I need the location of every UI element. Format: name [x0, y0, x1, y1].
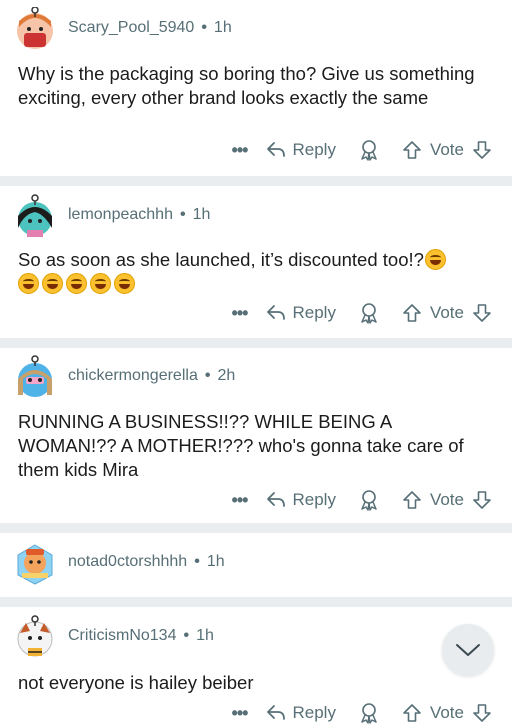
award-button[interactable]: [358, 302, 380, 324]
comment-header: Scary_Pool_5940 • 1h: [14, 6, 232, 49]
downvote-arrow-icon[interactable]: [472, 140, 492, 160]
reply-label: Reply: [292, 490, 336, 509]
award-button[interactable]: [358, 702, 380, 724]
reply-button[interactable]: Reply: [266, 303, 336, 323]
vote-label: Vote: [429, 303, 464, 322]
award-icon: [361, 490, 377, 511]
comment-text: Why is the packaging so boring tho? Give…: [18, 63, 475, 108]
comment-actions: ••• Reply Vote: [226, 486, 492, 514]
award-button[interactable]: [358, 489, 380, 511]
comment-1: Scary_Pool_5940 • 1h Why is the packagin…: [0, 0, 512, 176]
rolling-laughing-emoji: [42, 273, 63, 294]
rolling-laughing-emoji: [90, 273, 111, 294]
comment-header: lemonpeachhh • 1h: [14, 194, 211, 237]
username[interactable]: Scary_Pool_5940: [68, 19, 194, 37]
rolling-laughing-emoji: [424, 249, 446, 270]
reply-arrow-icon: [267, 142, 286, 157]
vote-label: Vote: [429, 490, 464, 509]
more-dots-icon[interactable]: •••: [226, 491, 252, 509]
divider: [0, 338, 512, 348]
reply-label: Reply: [292, 703, 336, 722]
separator-dot: •: [194, 553, 200, 570]
divider: [0, 523, 512, 533]
comment-actions: ••• Reply Vote: [226, 136, 492, 164]
comment-header: CriticismNo134 • 1h: [14, 615, 214, 657]
comment-4-collapsed[interactable]: notad0ctorshhhh • 1h: [0, 533, 512, 597]
upvote-arrow-icon[interactable]: [402, 703, 422, 723]
award-icon: [361, 703, 377, 724]
vote-label: Vote: [429, 703, 464, 722]
comment-text-content: So as soon as she launched, it’s discoun…: [18, 249, 424, 270]
vote-control: Vote: [402, 490, 492, 510]
award-icon: [361, 303, 377, 324]
timestamp: 1h: [196, 627, 214, 644]
upvote-arrow-icon[interactable]: [402, 303, 422, 323]
separator-dot: •: [204, 367, 211, 384]
divider: [0, 176, 512, 186]
comment-text: So as soon as she launched, it’s discoun…: [18, 248, 494, 296]
comment-actions: ••• Reply Vote: [226, 699, 492, 726]
upvote-arrow-icon[interactable]: [402, 490, 422, 510]
avatar[interactable]: [14, 194, 56, 237]
more-dots-icon[interactable]: •••: [226, 141, 252, 159]
avatar[interactable]: [14, 6, 56, 49]
separator-dot: •: [201, 19, 207, 36]
rolling-laughing-emoji: [114, 273, 135, 294]
award-icon: [361, 140, 377, 161]
timestamp: 2h: [217, 367, 236, 384]
username[interactable]: chickermongerella: [68, 367, 198, 385]
username[interactable]: CriticismNo134: [68, 627, 176, 645]
avatar[interactable]: [14, 355, 56, 397]
timestamp: 1h: [213, 19, 232, 36]
separator-dot: •: [179, 206, 186, 223]
vote-control: Vote: [402, 303, 492, 323]
vote-control: Vote: [402, 703, 492, 723]
downvote-arrow-icon[interactable]: [472, 303, 492, 323]
reply-button[interactable]: Reply: [266, 490, 336, 510]
username[interactable]: notad0ctorshhhh: [68, 553, 187, 571]
rolling-laughing-emoji: [66, 273, 87, 294]
comment-3: chickermongerella • 2h RUNNING A BUSINES…: [0, 348, 512, 523]
downvote-arrow-icon[interactable]: [472, 490, 492, 510]
separator-dot: •: [183, 627, 190, 644]
vote-label: Vote: [429, 140, 464, 159]
comment-header: chickermongerella • 2h: [14, 355, 235, 397]
comment-2: lemonpeachhh • 1h So as soon as she laun…: [0, 186, 512, 338]
comment-actions: ••• Reply Vote: [226, 299, 492, 327]
vote-control: Vote: [402, 140, 492, 160]
downvote-arrow-icon[interactable]: [472, 703, 492, 723]
timestamp: 1h: [192, 206, 211, 223]
reply-label: Reply: [292, 140, 336, 159]
upvote-arrow-icon[interactable]: [402, 140, 422, 160]
avatar[interactable]: [14, 615, 56, 657]
reply-arrow-icon: [267, 305, 286, 320]
comment-5: CriticismNo134 • 1h not everyone is hail…: [0, 607, 512, 726]
comment-header: notad0ctorshhhh • 1h: [14, 541, 225, 585]
avatar[interactable]: [14, 541, 56, 585]
reply-arrow-icon: [267, 492, 286, 507]
username[interactable]: lemonpeachhh: [68, 206, 173, 224]
scroll-down-button[interactable]: [442, 624, 494, 676]
comment-text: RUNNING A BUSINESS!!?? WHILE BEING A WOM…: [18, 411, 464, 480]
more-dots-icon[interactable]: •••: [226, 304, 252, 322]
reply-arrow-icon: [267, 705, 286, 720]
award-button[interactable]: [358, 139, 380, 161]
rolling-laughing-emoji: [18, 273, 39, 294]
divider: [0, 597, 512, 607]
reply-label: Reply: [292, 303, 336, 322]
reply-button[interactable]: Reply: [266, 140, 336, 160]
reply-button[interactable]: Reply: [266, 703, 336, 723]
timestamp: 1h: [206, 553, 225, 570]
more-dots-icon[interactable]: •••: [226, 704, 252, 722]
comment-text: not everyone is hailey beiber: [18, 672, 254, 693]
chevron-down-icon: [456, 644, 480, 656]
